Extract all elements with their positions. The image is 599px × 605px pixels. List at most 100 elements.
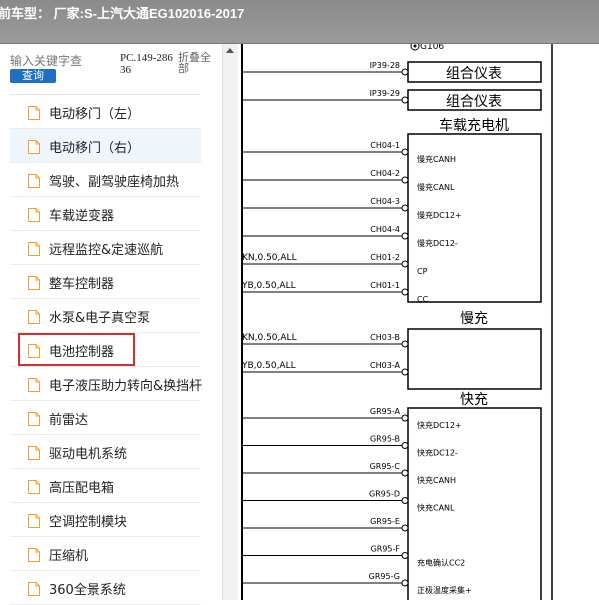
document-list-item-label: 电子液压助力转向&换挡杆 [49, 379, 203, 394]
fold-all-button[interactable]: 折叠全部 [178, 52, 216, 74]
document-list-item[interactable]: 前雷达 [10, 401, 201, 435]
pin-label: CH01-2 [370, 253, 400, 262]
pin-label: CH03-B [370, 333, 400, 342]
pin-label: IP39-28 [370, 61, 400, 70]
document-icon [28, 581, 40, 596]
document-list-item[interactable]: 电动移门（左） [10, 95, 201, 129]
pin-row: CH04-3 慢充DC12+ [242, 197, 462, 220]
pin-row: IP39-28 [242, 61, 409, 76]
query-button[interactable]: 查询 [10, 69, 56, 83]
scroll-up-arrow-icon[interactable] [226, 48, 234, 53]
pin-row: CH04-1 慢充CANH [242, 141, 456, 164]
document-list-item[interactable]: 水泵&电子真空泵 [10, 299, 201, 333]
wire-spec-label: YB,0.50,ALL [241, 361, 296, 371]
connector-pin-icon [401, 368, 409, 376]
pin-row: CH04-2 慢充CANL [242, 169, 455, 192]
fast-charge-title: 快充 [460, 392, 488, 408]
wire-spec-label: YB,0.50,ALL [241, 281, 296, 291]
document-list-item[interactable]: 空调控制模块 [10, 503, 201, 537]
connector-pin-icon [401, 497, 409, 504]
document-list-item[interactable]: 驾驶、副驾驶座椅加热 [10, 163, 201, 197]
pin-label: CH04-4 [370, 225, 400, 234]
fast-charge-pin-group: GR95-A快充DC12+GR95-B快充DC12-GR95-C快充CANHGR… [242, 407, 472, 595]
pin-label: CH04-3 [370, 197, 400, 206]
search-input[interactable] [10, 54, 110, 68]
sidebar-scrollbar[interactable] [222, 44, 238, 600]
document-list-item-label: 压缩机 [49, 549, 89, 564]
pin-row: GR95-G 正极温度采集+ [242, 572, 472, 595]
title-bar: 前车型： 厂家:S-上汽大通EG102016-2017 [0, 0, 599, 44]
connector-pin-icon [401, 552, 409, 559]
charger-title: 车载充电机 [439, 117, 509, 134]
connector-pin-icon [401, 442, 409, 449]
highlight-box [18, 333, 135, 366]
connector-pin-icon [401, 524, 409, 532]
document-icon [28, 411, 40, 426]
ground-symbol: G106 [410, 41, 444, 52]
pin-row: CH03-B KN,0.50,ALL [242, 333, 409, 348]
document-list-item[interactable]: 电子液压助力转向&换挡杆 [10, 367, 203, 401]
combo-cluster-label-1: 组合仪表 [446, 66, 502, 82]
document-icon [28, 377, 40, 392]
pc-code-label: PC.149-28636 [120, 52, 173, 76]
document-list-item[interactable]: 电动移门（右） [10, 129, 201, 163]
pin-label: IP39-29 [370, 89, 400, 98]
pin-row: GR95-E [242, 517, 409, 532]
document-list-item[interactable]: 远程监控&定速巡航 [10, 231, 201, 265]
pin-row: GR95-B 快充DC12- [242, 435, 458, 458]
document-list-item-label: 高压配电箱 [49, 481, 115, 496]
pin-label: GR95-C [370, 462, 401, 471]
combo-cluster-box-2: 组合仪表 [407, 89, 542, 111]
pin-row: GR95-C 快充CANH [242, 462, 456, 485]
document-list-item[interactable]: 车载逆变器 [10, 197, 201, 231]
connector-pin-icon [401, 68, 409, 76]
combo-cluster-box-1: 组合仪表 [407, 61, 542, 83]
document-list-item-label: 空调控制模块 [49, 515, 128, 530]
document-list-item-label: 驾驶、副驾驶座椅加热 [49, 175, 180, 190]
document-list-item[interactable]: 驱动电机系统 [10, 435, 201, 469]
window-title: 前车型： 厂家:S-上汽大通EG102016-2017 [0, 6, 245, 21]
signal-label: 慢充CANH [417, 154, 456, 164]
sidebar: 查询 PC.149-28636 折叠全部 电动移门（左） 电动移门（右） 驾驶、副驾… [0, 44, 222, 605]
pin-row: IP39-29 [242, 89, 409, 104]
connector-pin-icon [401, 469, 409, 477]
document-list-item[interactable]: 整车控制器 [10, 265, 201, 299]
signal-label: 快充CANL [417, 503, 455, 513]
slow-charge-pin-group: CH03-B KN,0.50,ALL CH03-A YB,0.50,ALL [241, 333, 409, 376]
document-list-item-label: 整车控制器 [49, 277, 115, 292]
connector-pin-icon [401, 414, 409, 422]
document-list-item[interactable]: 高压配电箱 [10, 469, 201, 503]
pin-label: CH04-2 [370, 169, 400, 178]
pin-row: CH01-1 YB,0.50,ALL CC [241, 281, 429, 304]
pin-label: CH01-1 [370, 281, 400, 290]
connector-pin-icon [401, 176, 409, 184]
document-icon [28, 479, 40, 494]
slow-charge-title: 慢充 [460, 310, 488, 327]
signal-label: 正极温度采集+ [417, 585, 472, 595]
wiring-diagram-svg: G106 组合仪表 组合仪表 IP39-28 IP39-29 车载充电机 CH04… [241, 41, 553, 605]
pin-row: CH04-4 慢充DC12- [242, 225, 458, 248]
document-icon [28, 309, 40, 324]
signal-label: 慢充DC12- [417, 238, 458, 248]
pin-label: GR95-E [370, 517, 400, 526]
ground-label: G106 [420, 44, 444, 52]
document-icon [28, 547, 40, 562]
pin-label: GR95-G [369, 572, 400, 581]
document-icon [28, 139, 40, 154]
connector-pin-icon [401, 579, 409, 587]
connector-pin-icon [401, 148, 409, 156]
signal-label: 快充DC12- [417, 448, 458, 458]
signal-label: 充电确认CC2 [417, 558, 465, 568]
connector-pin-icon [401, 260, 409, 268]
document-icon [28, 173, 40, 188]
wire-spec-label: KN,0.50,ALL [242, 333, 297, 343]
document-list-item[interactable]: 压缩机 [10, 537, 201, 571]
connector-pin-icon [401, 288, 409, 296]
document-list-item-label: 车载逆变器 [49, 209, 115, 224]
pin-label: GR95-A [370, 407, 401, 416]
pin-row: CH03-A YB,0.50,ALL [241, 361, 409, 376]
connector-pin-icon [401, 204, 409, 212]
connector-pin-icon [401, 96, 409, 104]
pin-row: GR95-A 快充DC12+ [242, 407, 462, 430]
document-list-item-label: 电动移门（右） [49, 141, 141, 156]
